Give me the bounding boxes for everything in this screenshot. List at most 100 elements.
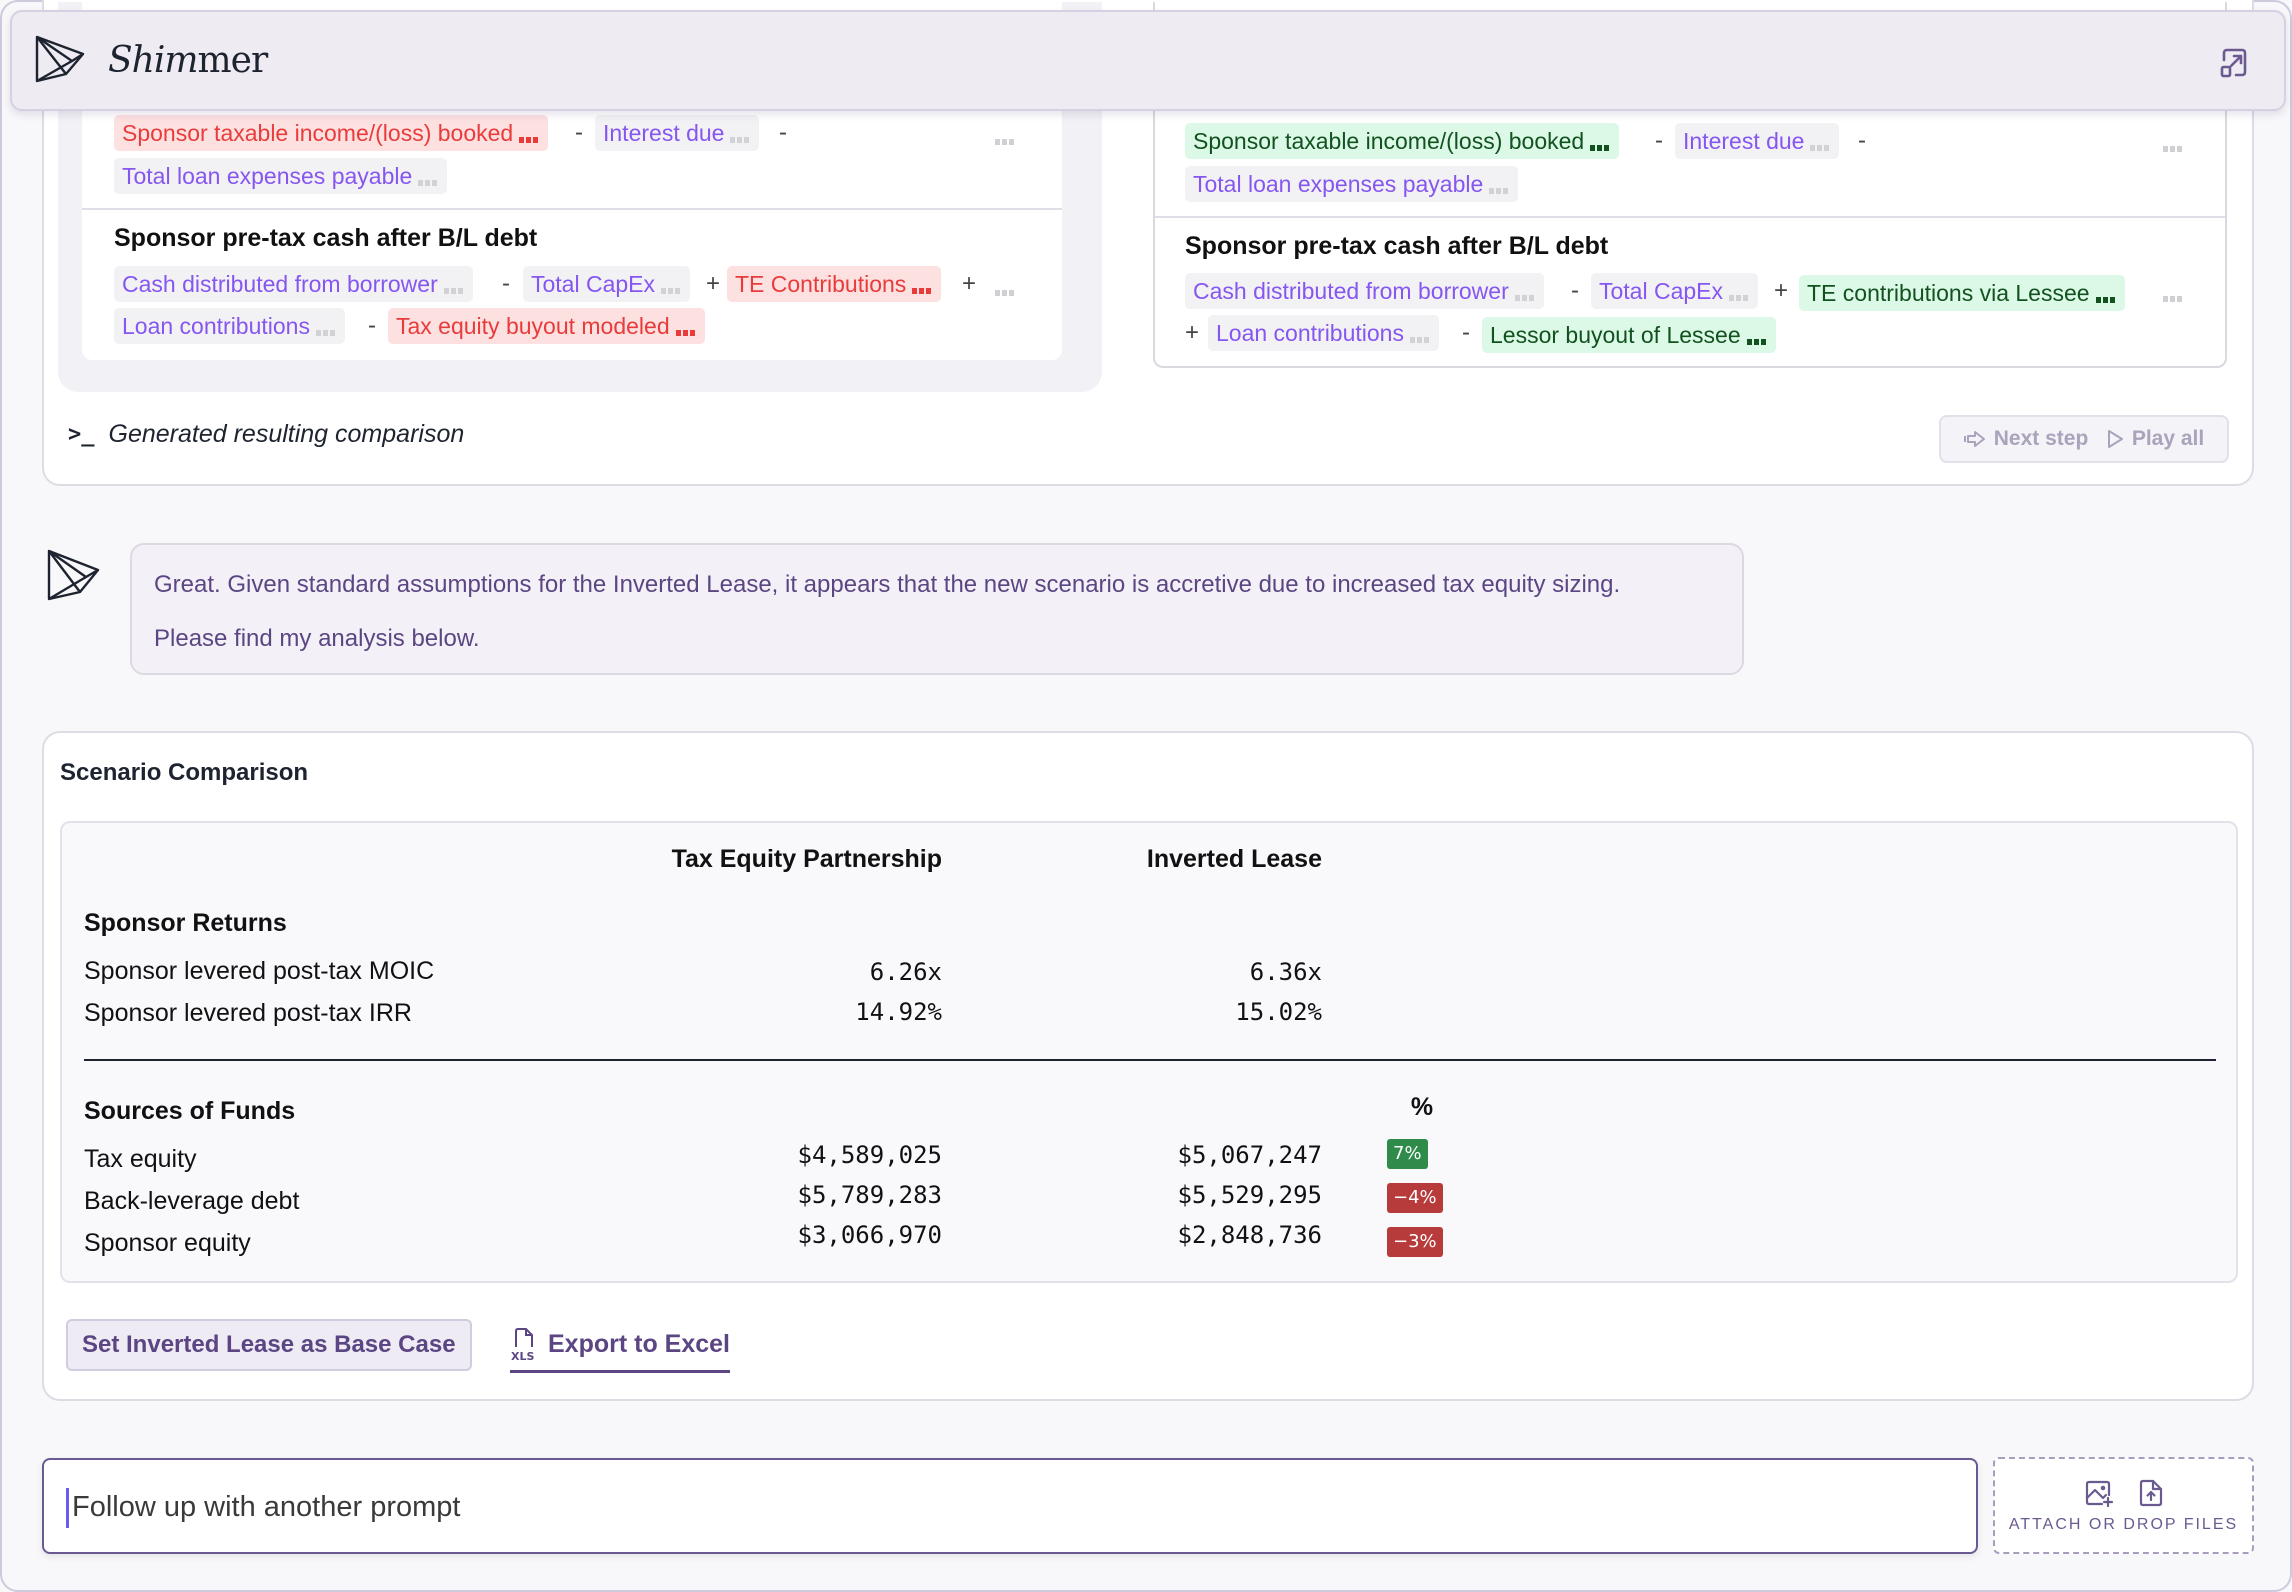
next-step-label: Next step — [1993, 427, 2089, 450]
operator: - — [502, 270, 510, 297]
more-options-icon[interactable] — [2163, 289, 2184, 307]
more-options-icon[interactable] — [995, 132, 1016, 150]
chip-label: TE Contributions — [735, 271, 907, 297]
terminal-prompt-icon: >_ — [68, 422, 95, 447]
chip-label: Interest due — [603, 120, 725, 146]
formula-chip[interactable]: Loan contributions — [1208, 315, 1439, 351]
shimmer-logo-icon — [35, 35, 85, 83]
formula-chip-added[interactable]: TE contributions via Lessee — [1799, 275, 2125, 311]
change-badge: −4% — [1387, 1183, 1443, 1213]
formula-chip-added[interactable]: Lessor buyout of Lessee — [1482, 317, 1776, 353]
chip-label: Total CapEx — [1599, 278, 1724, 304]
column-header: Tax Equity Partnership — [671, 845, 942, 873]
chip-label: Interest due — [1683, 128, 1805, 154]
chip-menu-icon — [1729, 275, 1750, 311]
chip-label: Tax equity buyout modeled — [396, 313, 670, 339]
column-header: Inverted Lease — [1146, 845, 1322, 873]
formula-chip-removed[interactable]: Sponsor taxable income/(loss) booked — [114, 115, 549, 153]
message-line: Great. Given standard assumptions for th… — [154, 571, 1621, 598]
chip-menu-icon — [1489, 168, 1510, 204]
formula-chip[interactable]: Interest due — [1675, 123, 1840, 161]
row-label: Sponsor equity — [84, 1229, 251, 1257]
change-badge: −3% — [1387, 1227, 1443, 1257]
assistant-avatar-icon — [47, 549, 100, 601]
formula-chip[interactable]: Total CapEx — [523, 266, 691, 304]
chip-menu-icon — [418, 160, 439, 196]
app-header: Shimmer — [10, 10, 2286, 111]
play-icon — [2107, 430, 2123, 448]
text-caret — [66, 1488, 69, 1528]
chip-label: Total loan expenses payable — [1193, 171, 1484, 197]
chip-menu-icon — [912, 268, 933, 304]
play-all-label: Play all — [2131, 427, 2205, 450]
chip-label: Loan contributions — [122, 313, 310, 339]
formula-chip[interactable]: Loan contributions — [114, 308, 345, 344]
section-divider — [1155, 216, 2225, 218]
prompt-composer — [42, 1458, 1978, 1554]
attach-label: ATTACH OR DROP FILES — [2008, 1515, 2239, 1533]
operator: + — [706, 270, 721, 297]
chip-menu-icon — [1409, 317, 1431, 353]
message-line: Please find my analysis below. — [154, 625, 480, 652]
operator: - — [1462, 319, 1470, 346]
formula-title: Sponsor pre-tax cash after B/L debt — [114, 224, 538, 252]
operator: + — [1185, 319, 1200, 346]
attach-files-dropzone[interactable]: ATTACH OR DROP FILES — [1993, 1457, 2254, 1554]
chip-menu-icon — [1514, 275, 1536, 311]
cell-value: 6.26x — [869, 958, 942, 986]
formula-chip[interactable]: Total loan expenses payable — [114, 158, 448, 196]
comparison-table: Tax Equity Partnership Inverted Lease Sp… — [60, 821, 2238, 1283]
operator: + — [962, 270, 977, 297]
row-label: Back-leverage debt — [84, 1187, 300, 1215]
chip-label: Total CapEx — [531, 271, 656, 297]
chip-menu-icon — [519, 117, 540, 153]
change-badge: 7% — [1387, 1139, 1428, 1169]
chip-menu-icon — [2095, 277, 2117, 313]
formula-chip-added[interactable]: Sponsor taxable income/(loss) booked — [1185, 123, 1620, 161]
operator: - — [368, 312, 376, 339]
chip-menu-icon — [1810, 125, 1831, 161]
chip-label: Cash distributed from borrower — [1193, 278, 1509, 304]
brand-prefix: Shim — [108, 40, 198, 81]
chip-menu-icon — [1746, 319, 1768, 355]
formula-chip[interactable]: Cash distributed from borrower — [114, 266, 473, 302]
formula-title: Sponsor pre-tax cash after B/L debt — [1185, 232, 1609, 260]
card-title: Scenario Comparison — [60, 759, 309, 786]
chip-menu-icon — [675, 310, 697, 346]
chip-menu-icon — [1590, 125, 1611, 161]
chip-menu-icon — [730, 117, 751, 153]
formula-chip-removed[interactable]: TE Contributions — [727, 266, 942, 304]
expand-window-icon[interactable] — [2214, 44, 2254, 84]
play-all-button[interactable]: Play all — [2106, 427, 2204, 451]
formula-chip[interactable]: Interest due — [595, 115, 760, 153]
next-step-button[interactable]: Next step — [1963, 427, 2089, 451]
export-to-excel-link[interactable]: XLS Export to Excel — [510, 1321, 730, 1373]
xls-file-icon: XLS — [511, 1327, 534, 1363]
formula-chip[interactable]: Cash distributed from borrower — [1185, 273, 1544, 309]
operator: + — [1774, 277, 1789, 304]
row-label: Sponsor levered post-tax MOIC — [84, 957, 435, 985]
chip-label: TE contributions via Lessee — [1807, 280, 2090, 306]
formula-chip[interactable]: Total CapEx — [1591, 273, 1759, 311]
cell-value: $5,789,283 — [797, 1181, 943, 1209]
cell-value: $4,589,025 — [797, 1141, 943, 1169]
pct-column-header: % — [1410, 1093, 1434, 1121]
set-base-case-button[interactable]: Set Inverted Lease as Base Case — [66, 1319, 472, 1371]
brand-name: Shimmer — [108, 40, 268, 81]
cell-value: $5,529,295 — [1177, 1181, 1323, 1209]
formula-chip[interactable]: Total loan expenses payable — [1185, 166, 1519, 204]
chip-label: Sponsor taxable income/(loss) booked — [1193, 128, 1585, 154]
playback-controls: Next step Play all — [1939, 415, 2229, 463]
operator: - — [575, 119, 583, 146]
chip-menu-icon — [661, 268, 682, 304]
chip-label: Loan contributions — [1216, 320, 1404, 346]
formula-chip-removed[interactable]: Tax equity buyout modeled — [388, 308, 705, 344]
cell-value: $3,066,970 — [797, 1221, 943, 1249]
more-options-icon[interactable] — [995, 283, 1016, 301]
group-label: Sponsor Returns — [84, 909, 287, 937]
cell-value: $5,067,247 — [1177, 1141, 1323, 1169]
group-divider — [84, 1059, 2216, 1061]
operator: - — [1655, 127, 1663, 154]
prompt-input[interactable] — [72, 1480, 1952, 1534]
more-options-icon[interactable] — [2163, 139, 2184, 157]
